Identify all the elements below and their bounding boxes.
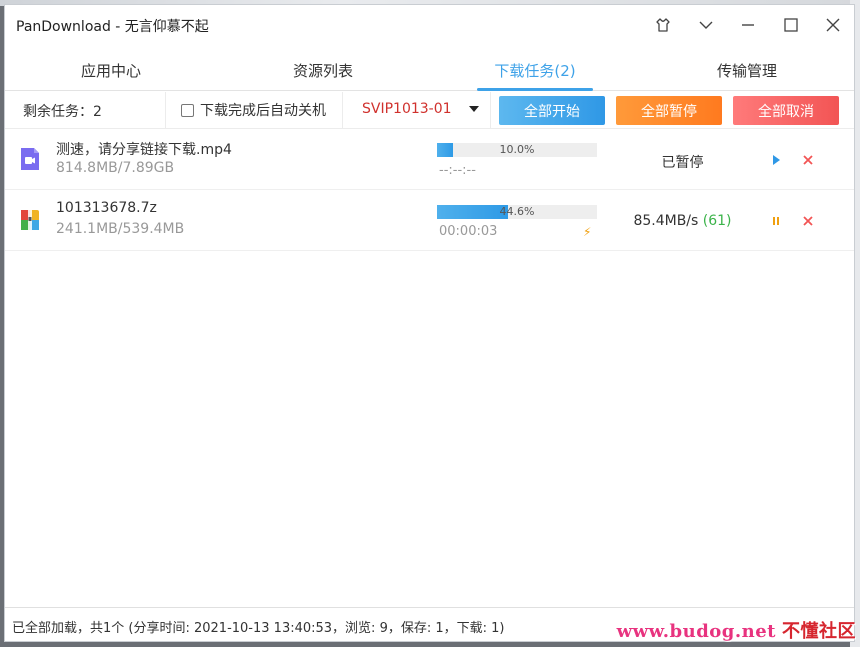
boost-icon: ⚡ [583, 225, 592, 239]
video-file-icon [19, 147, 41, 171]
caret-down-icon[interactable] [469, 106, 479, 112]
watermark-name: 不懂社区 [782, 621, 856, 642]
share-info-text: 已全部加载，共1个 (分享时间: 2021-10-13 13:40:53，浏览:… [12, 621, 505, 636]
window-title: PanDownload - 无言仰慕不起 [16, 19, 209, 35]
task-progress-percent: 10.0% [499, 143, 535, 156]
task-progress-bar: 44.6% [437, 205, 597, 219]
auto-shutdown-label: 下载完成后自动关机 [200, 103, 326, 119]
task-row[interactable]: 测速，请分享链接下载.mp4 814.8MB/7.89GB 10.0% --:-… [5, 129, 854, 190]
task-speed: 85.4MB/s (61) [625, 213, 740, 229]
tab-download-tasks[interactable]: 下载任务(2) [429, 49, 641, 91]
task-file-size: 814.8MB/7.89GB [56, 160, 175, 176]
task-progress-percent: 44.6% [499, 205, 535, 218]
toolbar-divider [342, 92, 343, 129]
server-select[interactable]: SVIP1013-01 [362, 101, 452, 117]
app-window: PanDownload - 无言仰慕不起 应用中心 资源列表 下载任务(2) 传… [4, 4, 855, 642]
watermark-site: www.budog.net [616, 621, 776, 642]
checkbox-box[interactable] [181, 103, 194, 117]
task-file-size: 241.1MB/539.4MB [56, 221, 185, 237]
main-tabs: 应用中心 资源列表 下载任务(2) 传输管理 [5, 49, 854, 91]
toolbar-divider [490, 92, 491, 129]
task-progress-bar: 10.0% [437, 143, 597, 157]
task-row[interactable]: 101313678.7z 241.1MB/539.4MB 44.6% 00:00… [5, 190, 854, 251]
tab-app-center[interactable]: 应用中心 [5, 49, 217, 91]
task-file-name: 101313678.7z [56, 200, 157, 216]
play-icon[interactable] [768, 152, 784, 168]
task-connections: (61) [702, 213, 732, 229]
task-toolbar: 剩余任务：2 下载完成后自动关机 SVIP1013-01 全部开始 全部暂停 全… [5, 92, 854, 129]
skin-icon[interactable] [651, 13, 675, 37]
delete-icon[interactable] [800, 213, 816, 229]
delete-icon[interactable] [800, 152, 816, 168]
remaining-tasks-label: 剩余任务：2 [23, 104, 102, 120]
auto-shutdown-checkbox[interactable]: 下载完成后自动关机 [181, 100, 326, 120]
tab-transfer-management[interactable]: 传输管理 [641, 49, 853, 91]
close-icon[interactable] [821, 13, 845, 37]
task-status: 已暂停 [661, 155, 704, 171]
cancel-all-button[interactable]: 全部取消 [733, 96, 839, 125]
pause-all-button[interactable]: 全部暂停 [616, 96, 722, 125]
pause-icon[interactable] [768, 213, 784, 229]
maximize-icon[interactable] [779, 13, 803, 37]
task-time-left: --:--:-- [439, 163, 476, 178]
task-time-left: 00:00:03 [439, 224, 498, 239]
task-speed-value: 85.4MB/s [633, 213, 699, 229]
archive-file-icon [19, 208, 41, 232]
task-file-name: 测速，请分享链接下载.mp4 [56, 142, 232, 158]
toolbar-divider [165, 92, 166, 129]
title-bar: PanDownload - 无言仰慕不起 [5, 5, 854, 45]
start-all-button[interactable]: 全部开始 [499, 96, 605, 125]
chevron-down-icon[interactable] [694, 13, 718, 37]
watermark: www.budog.net 不懂社区 [617, 617, 856, 643]
tab-resource-list[interactable]: 资源列表 [217, 49, 429, 91]
minimize-icon[interactable] [736, 13, 760, 37]
